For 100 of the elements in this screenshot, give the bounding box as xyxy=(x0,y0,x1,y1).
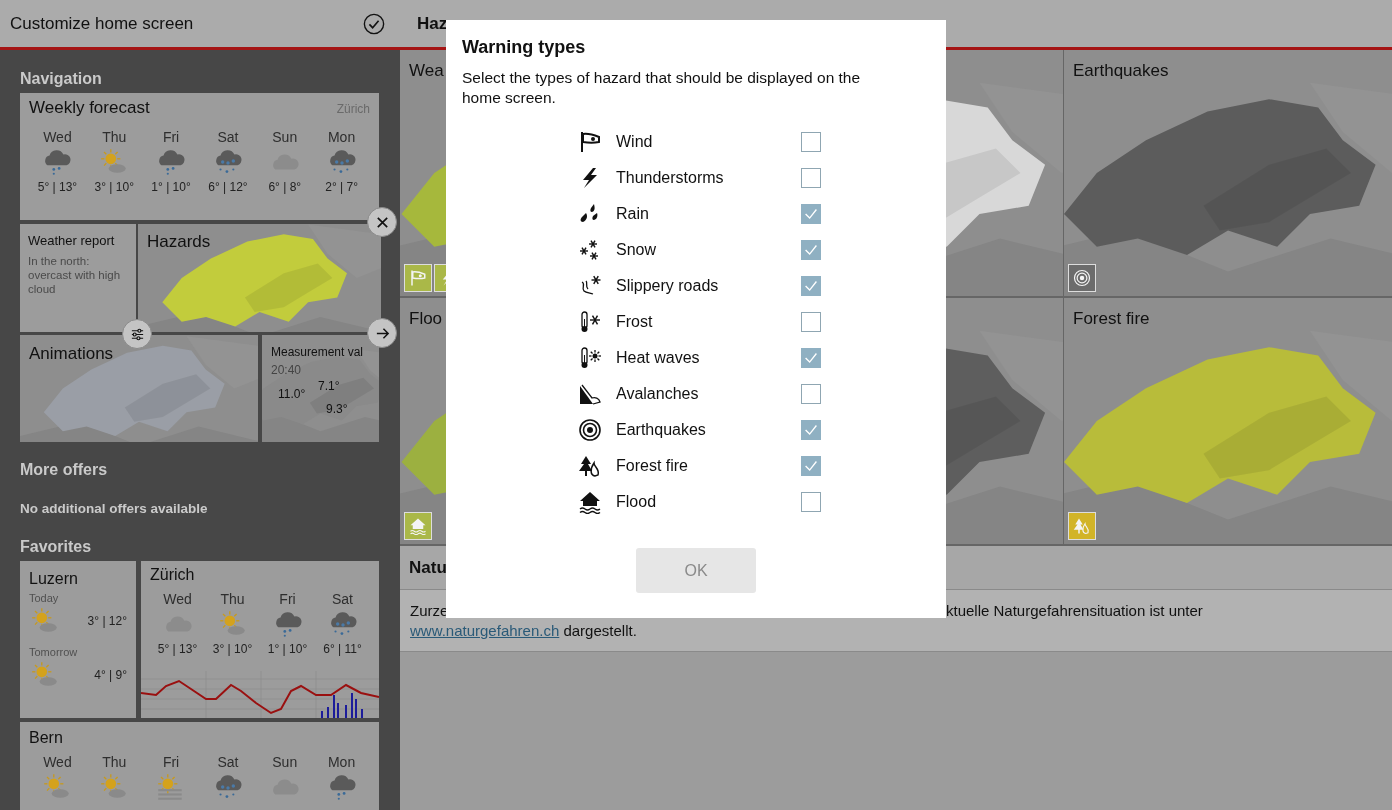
thermometer-snowflake-icon xyxy=(578,310,602,334)
temperature-reading: 9.3° xyxy=(326,402,348,416)
concentric-circles-icon xyxy=(1073,269,1091,287)
checkbox[interactable] xyxy=(801,492,821,512)
tile-title: Measurement val xyxy=(271,345,364,359)
temperature-reading: 7.1° xyxy=(318,379,340,393)
city-title: Bern xyxy=(29,729,63,746)
tile-title: Floo xyxy=(409,309,443,329)
checkbox[interactable] xyxy=(801,420,821,440)
day-label: Sat xyxy=(217,753,239,771)
temperature-text: 3° | 10° xyxy=(94,180,134,194)
dialog-title: Warning types xyxy=(462,36,587,58)
temperature-text: 6° | 12° xyxy=(208,180,248,194)
hazards-tile[interactable]: Hazards xyxy=(138,224,381,332)
favorite-tile[interactable]: Zürich Wed 5° | 13° Thu 3° | 10° Fri 1° | 10° Sat 6° | 11° xyxy=(141,561,379,718)
day-label: Thu xyxy=(102,753,127,771)
tile-title: Earthquakes xyxy=(1073,61,1169,81)
day-label: Wed xyxy=(163,590,192,608)
city-title: Zürich xyxy=(150,566,195,583)
favorite-tile[interactable]: Luzern Today 3° | 12° Tomorrow 4° | 9° xyxy=(20,561,136,718)
day-label: Thu xyxy=(102,128,127,146)
temperature-text: 2° | 7° xyxy=(325,180,358,194)
tile-title: Animations xyxy=(29,344,114,364)
section-title: Natu xyxy=(409,557,447,578)
house-waves-icon xyxy=(409,517,427,535)
measurements-tile[interactable]: Measurement val 20:40 11.0° 7.1° 9.3° xyxy=(262,335,379,442)
notice-text: Zurze xyxy=(410,601,450,621)
notice-text: www.naturgefahren.ch dargestellt. xyxy=(410,621,638,641)
checkbox[interactable] xyxy=(801,384,821,404)
checkbox[interactable] xyxy=(801,240,821,260)
tile-title: Wea xyxy=(409,61,444,81)
hazard-label: Wind xyxy=(616,133,654,151)
temperature-text: 3° | 12° xyxy=(87,614,127,628)
day-label: Sun xyxy=(272,128,298,146)
animations-tile[interactable]: Animations xyxy=(20,335,258,442)
windsock-icon xyxy=(409,269,427,287)
day-label: Wed xyxy=(43,128,72,146)
city-title: Luzern xyxy=(29,569,79,589)
tree-flame-icon xyxy=(1073,517,1091,535)
day-label: Sat xyxy=(217,128,239,146)
hazard-label: Earthquakes xyxy=(616,421,707,439)
checkbox[interactable] xyxy=(801,132,821,152)
dialog-text: Select the types of hazard that should be displayed on the home screen. xyxy=(462,68,862,108)
temperature-reading: 11.0° xyxy=(278,387,306,401)
temperature-text: 4° | 9° xyxy=(94,668,127,682)
temperature-text: 5° | 13° xyxy=(37,180,78,194)
day-label: Thu xyxy=(220,590,245,608)
hazard-label: Flood xyxy=(616,493,658,511)
checkbox[interactable] xyxy=(801,168,821,188)
tile-title: Hazards xyxy=(147,232,211,252)
day-label: Mon xyxy=(327,128,356,146)
section-heading: More offers xyxy=(20,460,109,480)
checkbox[interactable] xyxy=(801,456,821,476)
tile-title: Weather report xyxy=(28,233,116,248)
temperature-text: 5° | 13° xyxy=(157,642,198,656)
hazard-label: Snow xyxy=(616,241,658,259)
hazard-label: Forest fire xyxy=(616,457,689,475)
temperature-text: 1° | 10° xyxy=(151,180,191,194)
empty-message: No additional offers available xyxy=(20,501,209,516)
check-circle-icon[interactable] xyxy=(363,12,385,35)
favorite-tile[interactable]: Bern Wed Thu Fri Sat Sun Mon xyxy=(20,722,379,810)
time-label: 20:40 xyxy=(271,363,302,377)
section-heading: Navigation xyxy=(20,69,103,89)
checkbox[interactable] xyxy=(801,204,821,224)
close-icon xyxy=(374,214,390,230)
tile-title: Weekly forecast xyxy=(29,98,150,118)
day-label: Tomorrow xyxy=(29,646,79,658)
sliders-icon xyxy=(129,326,145,342)
day-label: Sat xyxy=(332,590,353,608)
tree-flame-icon xyxy=(578,454,602,478)
report-text: In the north: overcast with high cloud xyxy=(28,254,122,296)
thermometer-sun-icon xyxy=(578,346,602,370)
tile-title: Forest fire xyxy=(1073,309,1150,329)
day-label: Sun xyxy=(272,753,298,771)
day-label: Today xyxy=(29,592,60,604)
weather-report-tile[interactable]: Weather report In the north: overcast with high cloud xyxy=(20,224,136,332)
section-heading: Favorites xyxy=(20,537,93,557)
hazard-label: Thunderstorms xyxy=(616,169,725,187)
windsock-icon xyxy=(578,130,602,154)
website-link[interactable]: www.naturgefahren.ch xyxy=(410,622,560,639)
day-label: Fri xyxy=(162,128,180,146)
panel-title: Customize home screen xyxy=(10,13,195,34)
checkbox[interactable] xyxy=(801,312,821,332)
hazard-label: Frost xyxy=(616,313,654,331)
checkbox[interactable] xyxy=(801,276,821,296)
notice-text: ktuelle Naturgefahrensituation ist unter xyxy=(946,601,1204,621)
concentric-circles-icon xyxy=(578,418,602,442)
temperature-text: 3° | 10° xyxy=(212,642,253,656)
page-title: Haz xyxy=(416,13,449,34)
hazard-label: Slippery roads xyxy=(616,277,720,295)
house-waves-icon xyxy=(578,490,602,514)
checkbox[interactable] xyxy=(801,348,821,368)
day-label: Wed xyxy=(43,753,72,771)
temperature-text: 6° | 11° xyxy=(323,642,362,656)
day-label: Fri xyxy=(162,753,180,771)
temperature-text: 1° | 10° xyxy=(267,642,308,656)
hazard-label: Heat waves xyxy=(616,349,701,367)
avalanche-icon xyxy=(578,382,602,406)
temperature-text: 6° | 8° xyxy=(268,180,302,194)
day-label: Fri xyxy=(279,590,296,608)
